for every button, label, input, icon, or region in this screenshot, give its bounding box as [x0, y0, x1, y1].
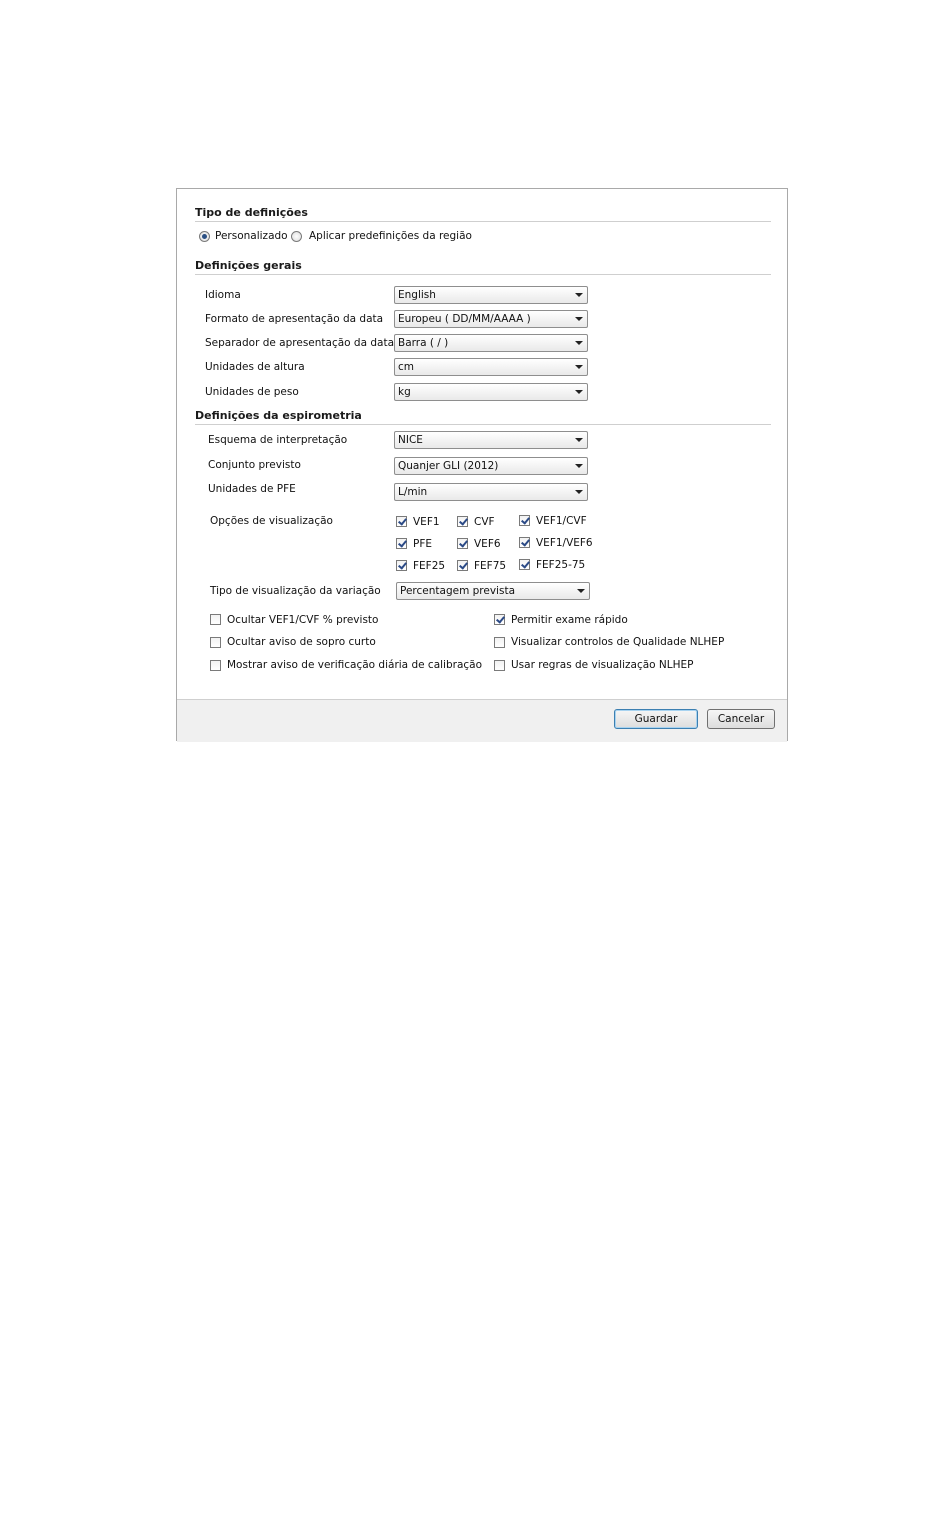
checkbox-vef6[interactable]: [457, 538, 468, 549]
weight-units-select[interactable]: kg: [394, 383, 588, 401]
interpretation-scheme-select[interactable]: NICE: [394, 431, 588, 449]
spirometry-settings-title: Definições da espirometria: [195, 409, 362, 422]
radio-custom-label[interactable]: Personalizado: [215, 230, 288, 242]
predicted-set-select[interactable]: Quanjer GLI (2012): [394, 457, 588, 475]
weight-units-select-value: kg: [398, 386, 411, 398]
general-settings-divider: [195, 274, 771, 275]
settings-dialog: Tipo de definições Personalizado Aplicar…: [176, 188, 788, 742]
spirometry-settings-divider: [195, 424, 771, 425]
checkbox-cvf[interactable]: [457, 516, 468, 527]
language-select-value: English: [398, 289, 436, 301]
interpretation-scheme-select-value: NICE: [398, 434, 423, 446]
chevron-down-icon: [575, 438, 583, 442]
checkbox-vef1[interactable]: [396, 516, 407, 527]
general-settings-title: Definições gerais: [195, 259, 302, 272]
checkbox-hide-fev1-fvc-predicted[interactable]: [210, 614, 221, 625]
language-select[interactable]: English: [394, 286, 588, 304]
height-units-select-value: cm: [398, 361, 415, 373]
pef-units-label: Unidades de PFE: [208, 483, 296, 495]
display-options-label: Opções de visualização: [210, 515, 333, 527]
predicted-set-select-value: Quanjer GLI (2012): [398, 460, 499, 472]
checkbox-fef25-label[interactable]: FEF25: [413, 560, 445, 572]
settings-type-title: Tipo de definições: [195, 206, 308, 219]
checkbox-fef75[interactable]: [457, 560, 468, 571]
checkbox-vef1-vef6-label[interactable]: VEF1/VEF6: [536, 537, 593, 549]
checkbox-vef6-label[interactable]: VEF6: [474, 538, 501, 550]
radio-region-presets-label[interactable]: Aplicar predefinições da região: [309, 230, 472, 242]
language-label: Idioma: [205, 289, 241, 301]
date-separator-select[interactable]: Barra ( / ): [394, 334, 588, 352]
checkbox-fef25-75-label[interactable]: FEF25-75: [536, 559, 585, 571]
variation-display-select[interactable]: Percentagem prevista: [396, 582, 590, 600]
checkbox-vef1-cvf[interactable]: [519, 515, 530, 526]
checkbox-nlhep-quality-controls-label[interactable]: Visualizar controlos de Qualidade NLHEP: [511, 636, 724, 648]
weight-units-label: Unidades de peso: [205, 386, 299, 398]
chevron-down-icon: [575, 390, 583, 394]
checkbox-hide-short-blow-warning-label[interactable]: Ocultar aviso de sopro curto: [227, 636, 376, 648]
cancel-button[interactable]: Cancelar: [707, 709, 775, 729]
height-units-select[interactable]: cm: [394, 358, 588, 376]
checkbox-allow-quick-test-label[interactable]: Permitir exame rápido: [511, 614, 628, 626]
chevron-down-icon: [575, 490, 583, 494]
checkbox-vef1-label[interactable]: VEF1: [413, 516, 440, 528]
checkbox-pfe-label[interactable]: PFE: [413, 538, 432, 550]
radio-custom[interactable]: [199, 231, 210, 242]
checkbox-daily-calibration-warning-label[interactable]: Mostrar aviso de verificação diária de c…: [227, 659, 482, 671]
date-format-label: Formato de apresentação da data: [205, 313, 384, 325]
chevron-down-icon: [575, 293, 583, 297]
checkbox-hide-fev1-fvc-predicted-label[interactable]: Ocultar VEF1/CVF % previsto: [227, 614, 378, 626]
chevron-down-icon: [575, 341, 583, 345]
settings-type-divider: [195, 221, 771, 222]
pef-units-select[interactable]: L/min: [394, 483, 588, 501]
checkbox-cvf-label[interactable]: CVF: [474, 516, 495, 528]
dialog-footer: Guardar Cancelar: [177, 699, 787, 742]
date-separator-select-value: Barra ( / ): [398, 337, 449, 349]
interpretation-scheme-label: Esquema de interpretação: [208, 434, 348, 446]
checkbox-pfe[interactable]: [396, 538, 407, 549]
radio-region-presets[interactable]: [291, 231, 302, 242]
date-format-select[interactable]: Europeu ( DD/MM/AAAA ): [394, 310, 588, 328]
checkbox-nlhep-display-rules-label[interactable]: Usar regras de visualização NLHEP: [511, 659, 693, 671]
checkbox-fef25-75[interactable]: [519, 559, 530, 570]
checkbox-nlhep-quality-controls[interactable]: [494, 637, 505, 648]
variation-display-select-value: Percentagem prevista: [400, 585, 515, 597]
checkbox-hide-short-blow-warning[interactable]: [210, 637, 221, 648]
date-format-select-value: Europeu ( DD/MM/AAAA ): [398, 313, 531, 325]
checkbox-fef75-label[interactable]: FEF75: [474, 560, 506, 572]
checkbox-vef1-cvf-label[interactable]: VEF1/CVF: [536, 515, 587, 527]
height-units-label: Unidades de altura: [205, 361, 305, 373]
checkbox-fef25[interactable]: [396, 560, 407, 571]
chevron-down-icon: [575, 317, 583, 321]
predicted-set-label: Conjunto previsto: [208, 459, 301, 471]
checkbox-nlhep-display-rules[interactable]: [494, 660, 505, 671]
checkbox-daily-calibration-warning[interactable]: [210, 660, 221, 671]
variation-display-label: Tipo de visualização da variação: [210, 585, 381, 597]
checkbox-allow-quick-test[interactable]: [494, 614, 505, 625]
chevron-down-icon: [575, 365, 583, 369]
date-separator-label: Separador de apresentação da data: [205, 337, 395, 349]
save-button[interactable]: Guardar: [614, 709, 698, 729]
pef-units-select-value: L/min: [398, 486, 428, 498]
chevron-down-icon: [577, 589, 585, 593]
checkbox-vef1-vef6[interactable]: [519, 537, 530, 548]
chevron-down-icon: [575, 464, 583, 468]
